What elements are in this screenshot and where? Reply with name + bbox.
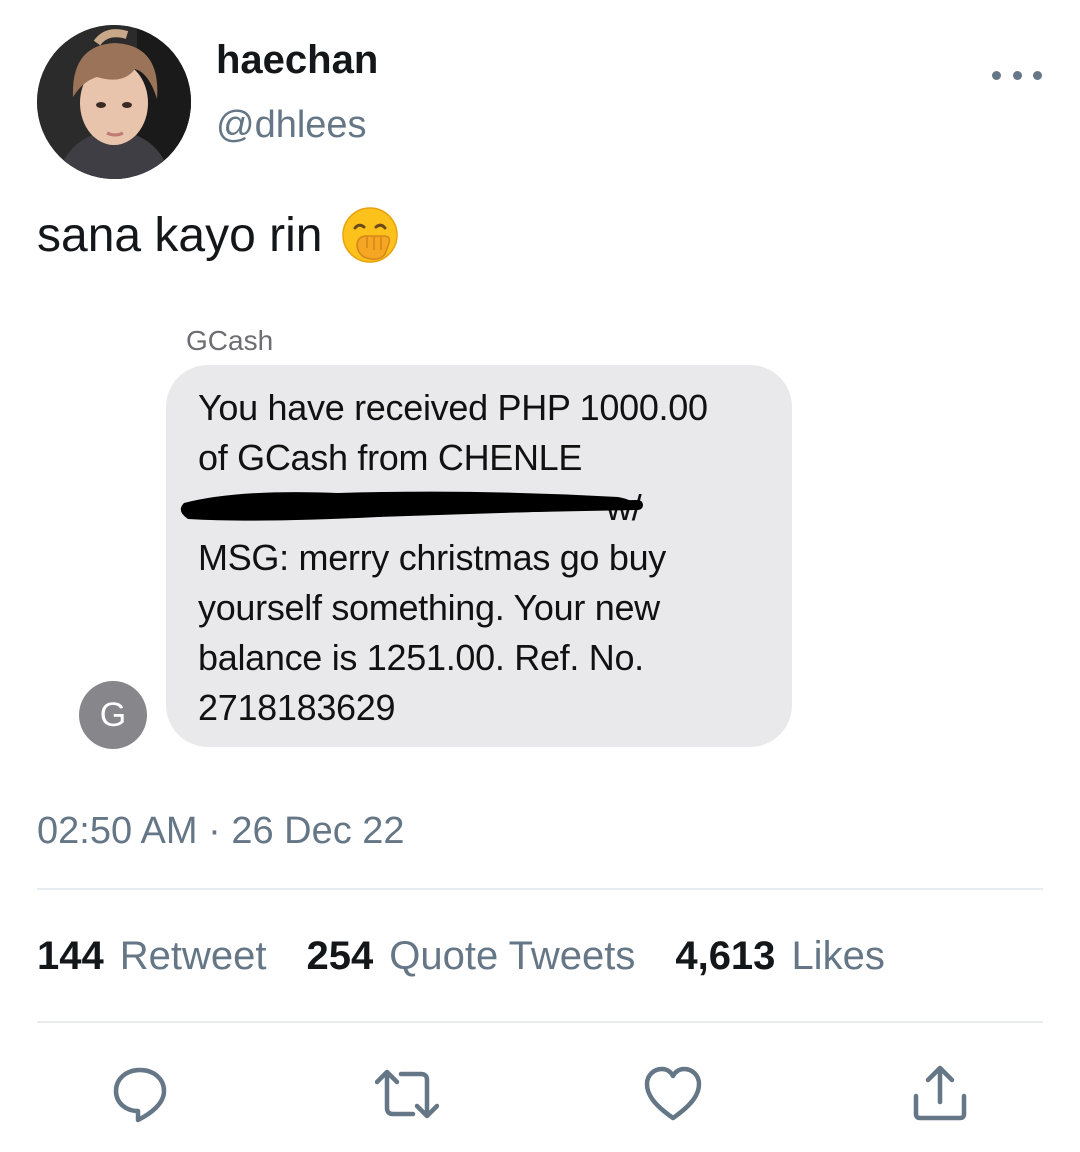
avatar-photo (37, 25, 191, 179)
sms-line: MSG: merry christmas go buy (198, 537, 667, 578)
sms-line: yourself something. Your new (198, 587, 660, 628)
sms-line: 2718183629 (198, 687, 396, 728)
likes-count[interactable]: 4,613 Likes (675, 934, 885, 979)
sms-line: You have received PHP 1000.00 (198, 387, 708, 428)
more-options-button[interactable] (992, 60, 1042, 90)
sms-sender-avatar: G (79, 681, 147, 749)
tweet-media-image[interactable]: GCash You have received PHP 1000.00 of G… (60, 305, 990, 775)
retweet-button[interactable] (374, 1064, 440, 1124)
stat-count: 144 (37, 934, 104, 978)
stat-label: Retweet (119, 934, 267, 978)
quote-tweets-count[interactable]: 254 Quote Tweets (307, 934, 636, 979)
avatar[interactable] (37, 25, 191, 179)
like-icon (644, 1066, 702, 1121)
more-dot-icon (992, 70, 1001, 80)
reply-button[interactable] (110, 1064, 170, 1124)
user-handle[interactable]: @dhlees (216, 104, 367, 147)
tweet-text-content: sana kayo rin (37, 208, 323, 262)
display-name[interactable]: haechan (216, 38, 378, 83)
divider (37, 888, 1043, 890)
share-button[interactable] (910, 1064, 970, 1124)
stat-label: Quote Tweets (389, 934, 636, 978)
tweet-text: sana kayo rin (37, 206, 399, 264)
redaction-scribble (180, 491, 643, 521)
sms-sender-label: GCash (186, 325, 274, 356)
like-button[interactable] (643, 1064, 703, 1124)
tweet-timestamp[interactable]: 02:50 AM · 26 Dec 22 (37, 810, 405, 853)
sms-line: balance is 1251.00. Ref. No. (198, 637, 644, 678)
retweet-icon (374, 1069, 440, 1119)
divider (37, 1021, 1043, 1023)
reply-icon (113, 1067, 167, 1123)
stat-count: 4,613 (675, 934, 776, 978)
stat-label: Likes (791, 934, 885, 978)
retweet-count[interactable]: 144 Retweet (37, 934, 267, 979)
more-dot-icon (1012, 70, 1022, 80)
tweet-stats: 144 Retweet 254 Quote Tweets 4,613 Likes (37, 934, 925, 979)
sms-line: of GCash from CHENLE (198, 437, 583, 478)
sms-message-bubble: You have received PHP 1000.00 of GCash f… (166, 365, 792, 747)
stat-count: 254 (306, 934, 374, 978)
face-with-hand-over-mouth-icon (341, 207, 398, 263)
share-icon (913, 1065, 967, 1121)
more-dot-icon (1033, 70, 1042, 80)
